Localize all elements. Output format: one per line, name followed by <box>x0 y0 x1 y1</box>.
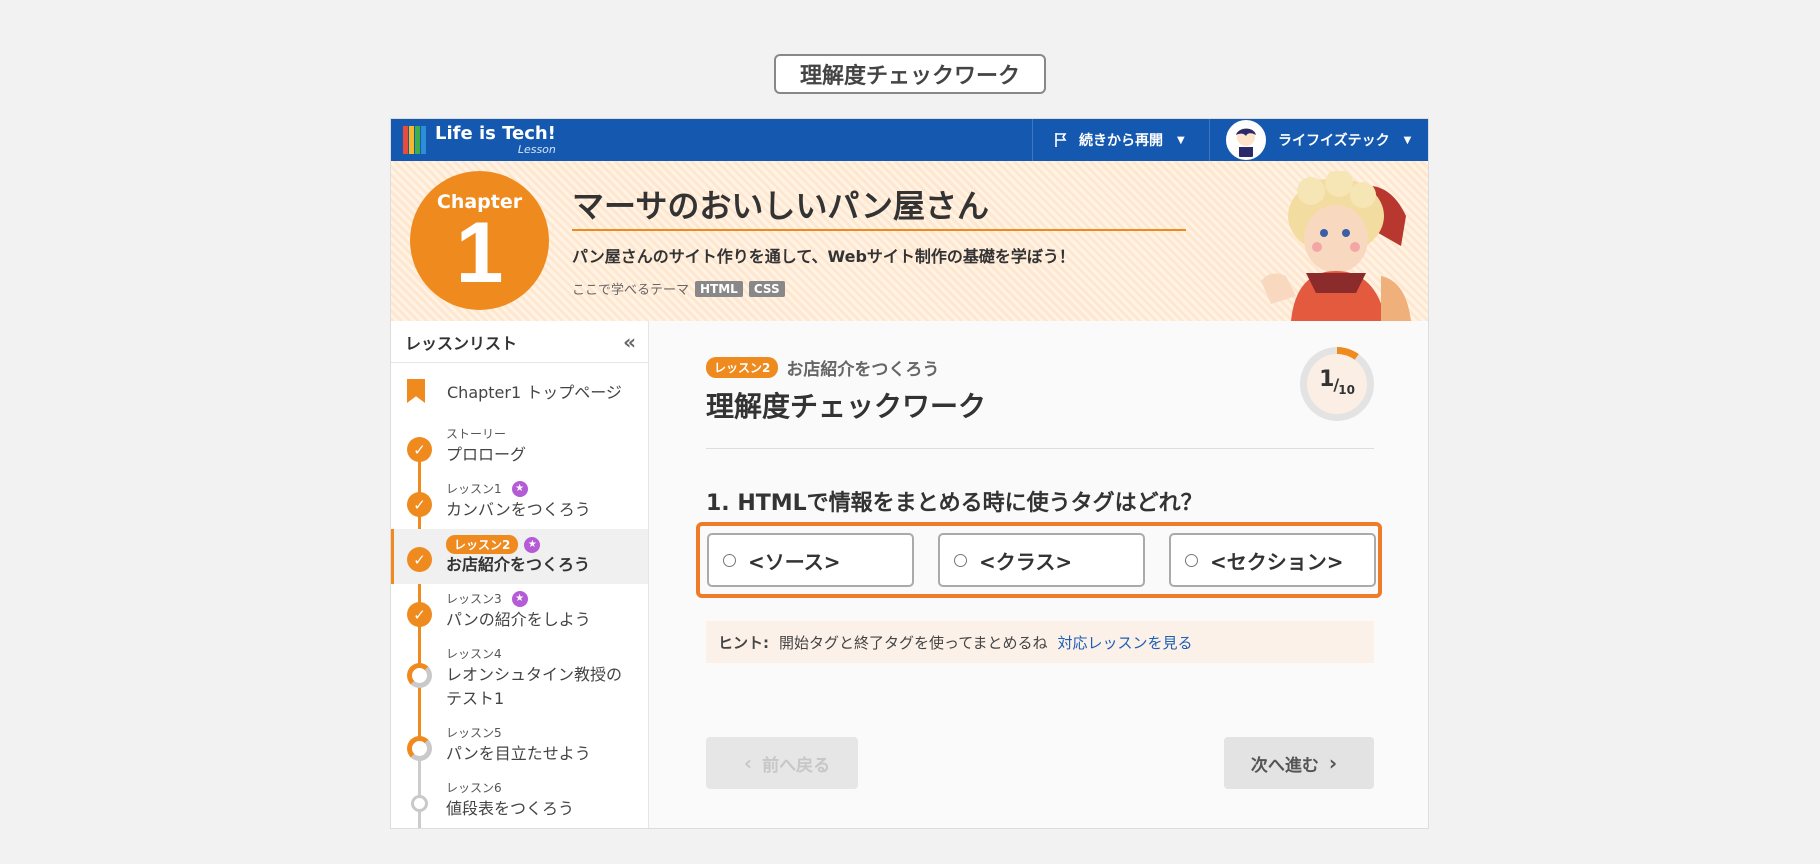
question-text: 1. HTMLで情報をまとめる時に使うタグはどれ？ <box>706 491 1203 516</box>
lesson-sidebar: レッスンリスト « Chapter1 トップページ ✓ ストーリー プロローグ … <box>391 321 649 828</box>
hint-label: ヒント: <box>718 633 769 652</box>
logo-icon <box>403 126 427 154</box>
sidebar-item-prologue[interactable]: ✓ ストーリー プロローグ <box>391 419 648 474</box>
title-underline <box>572 229 1186 231</box>
page-label: 理解度チェックワーク <box>774 54 1046 94</box>
progress-ring: 1 / 10 <box>1300 347 1374 421</box>
app-window: Life is Tech! Lesson 続きから再開 ▼ ライフイズテック ▼ <box>390 118 1429 829</box>
chevron-right-icon: › <box>1328 751 1338 775</box>
theme-tag: CSS <box>748 280 785 297</box>
star-icon: ★ <box>524 536 541 553</box>
resume-label: 続きから再開 <box>1079 133 1163 149</box>
baker-character-illustration <box>1261 171 1411 321</box>
flag-icon <box>1055 133 1067 147</box>
logo-subtitle: Lesson <box>517 143 556 156</box>
chevron-down-icon: ▼ <box>1403 134 1412 146</box>
sidebar-item-label: Chapter1 トップページ <box>447 383 622 402</box>
sidebar-item-lesson-6[interactable]: レッスン6 値段表をつくろう <box>391 773 648 828</box>
lesson-title: レオンシュタイン教授のテスト1 <box>446 665 623 708</box>
answer-label: <クラス> <box>979 549 1073 574</box>
progress-total: 10 <box>1338 383 1355 397</box>
prev-button[interactable]: ‹ 前へ戻る <box>706 737 858 789</box>
progress-current: 1 <box>1319 366 1335 392</box>
check-icon: ✓ <box>407 602 432 627</box>
sidebar-item-lesson-4[interactable]: レッスン4 レオンシュタイン教授のテスト1 <box>391 639 648 718</box>
theme-row: ここで学べるテーマ HTML CSS <box>572 279 785 298</box>
theme-tag: HTML <box>695 280 743 297</box>
not-started-icon <box>411 795 428 812</box>
lesson-kicker: レッスン4 <box>446 647 502 661</box>
sidebar-item-chapter-top[interactable]: Chapter1 トップページ <box>391 363 648 419</box>
prev-label: 前へ戻る <box>762 755 831 776</box>
sidebar-item-lesson-3[interactable]: ✓ レッスン3 ★ パンの紹介をしよう <box>391 584 648 639</box>
lesson-title: カンバンをつくろう <box>446 500 591 519</box>
lesson-kicker: レッスン5 <box>446 726 502 740</box>
top-bar: Life is Tech! Lesson 続きから再開 ▼ ライフイズテック ▼ <box>391 119 1428 161</box>
answer-option[interactable]: <ソース> <box>707 533 914 587</box>
check-icon: ✓ <box>407 437 432 462</box>
lesson-kicker: ストーリー <box>446 427 507 441</box>
lesson-title: プロローグ <box>446 445 527 464</box>
chevron-left-icon: ‹ <box>743 751 753 775</box>
answer-option[interactable]: <クラス> <box>938 533 1145 587</box>
answer-label: <セクション> <box>1210 549 1344 574</box>
lesson-name: お店紹介をつくろう <box>786 360 940 380</box>
avatar <box>1226 120 1266 160</box>
lesson-kicker: レッスン3 <box>446 592 502 606</box>
lesson-title: 値段表をつくろう <box>446 799 575 818</box>
sidebar-heading: レッスンリスト <box>405 333 518 353</box>
sidebar-item-lesson-1[interactable]: ✓ レッスン1 ★ カンバンをつくろう <box>391 474 648 529</box>
bookmark-icon <box>407 379 425 403</box>
page-title: 理解度チェックワーク <box>706 390 987 423</box>
lesson-title: パンの紹介をしよう <box>446 610 591 629</box>
next-label: 次へ進む <box>1250 755 1319 776</box>
lesson-title: パンを目立たせよう <box>446 744 591 763</box>
lesson-kicker: レッスン2 <box>446 535 519 554</box>
in-progress-icon <box>407 736 432 761</box>
in-progress-icon <box>407 663 432 688</box>
hint-text: 開始タグと終了タグを使ってまとめるね <box>779 633 1048 652</box>
collapse-sidebar-icon[interactable]: « <box>623 330 636 354</box>
chevron-down-icon: ▼ <box>1177 134 1185 146</box>
chapter-banner: Chapter 1 マーサのおいしいパン屋さん パン屋さんのサイト作りを通して、… <box>391 161 1428 321</box>
main-content: レッスン2 お店紹介をつくろう 理解度チェックワーク 1 / 10 1. HTM… <box>650 321 1428 828</box>
theme-label: ここで学べるテーマ <box>572 283 690 298</box>
user-name: ライフイズテック <box>1278 133 1390 149</box>
lesson-title: お店紹介をつくろう <box>446 555 591 574</box>
logo-title: Life is Tech! <box>435 123 556 144</box>
star-icon: ★ <box>511 590 528 607</box>
check-icon: ✓ <box>407 547 432 572</box>
star-icon: ★ <box>511 480 528 497</box>
chapter-title: マーサのおいしいパン屋さん <box>572 187 989 225</box>
logo[interactable]: Life is Tech! Lesson <box>403 123 556 157</box>
lesson-pill: レッスン2 <box>706 357 779 378</box>
lesson-kicker: レッスン1 <box>446 482 502 496</box>
hint-box: ヒント: 開始タグと終了タグを使ってまとめるね 対応レッスンを見る <box>706 621 1374 663</box>
check-icon: ✓ <box>407 492 432 517</box>
chapter-badge: Chapter 1 <box>410 171 549 310</box>
resume-button[interactable]: 続きから再開 ▼ <box>1032 119 1209 161</box>
answer-label: <ソース> <box>748 549 841 574</box>
user-menu[interactable]: ライフイズテック ▼ <box>1209 119 1428 161</box>
chapter-number: 1 <box>455 205 504 301</box>
sidebar-header: レッスンリスト « <box>391 321 648 363</box>
radio-icon <box>1185 553 1198 567</box>
radio-icon <box>954 553 967 567</box>
sidebar-item-lesson-2[interactable]: ✓ レッスン2 ★ お店紹介をつくろう <box>391 529 648 584</box>
radio-icon <box>723 553 736 567</box>
answer-option[interactable]: <セクション> <box>1169 533 1376 587</box>
chapter-description: パン屋さんのサイト作りを通して、Webサイト制作の基礎を学ぼう！ <box>572 247 1075 266</box>
lesson-breadcrumb: レッスン2 お店紹介をつくろう <box>706 355 939 380</box>
sidebar-item-lesson-5[interactable]: レッスン5 パンを目立たせよう <box>391 718 648 773</box>
answer-group: <ソース> <クラス> <セクション> <box>696 522 1382 598</box>
lesson-kicker: レッスン6 <box>446 781 502 795</box>
next-button[interactable]: 次へ進む › <box>1224 737 1374 789</box>
divider <box>706 448 1374 449</box>
hint-lesson-link[interactable]: 対応レッスンを見る <box>1058 632 1193 653</box>
